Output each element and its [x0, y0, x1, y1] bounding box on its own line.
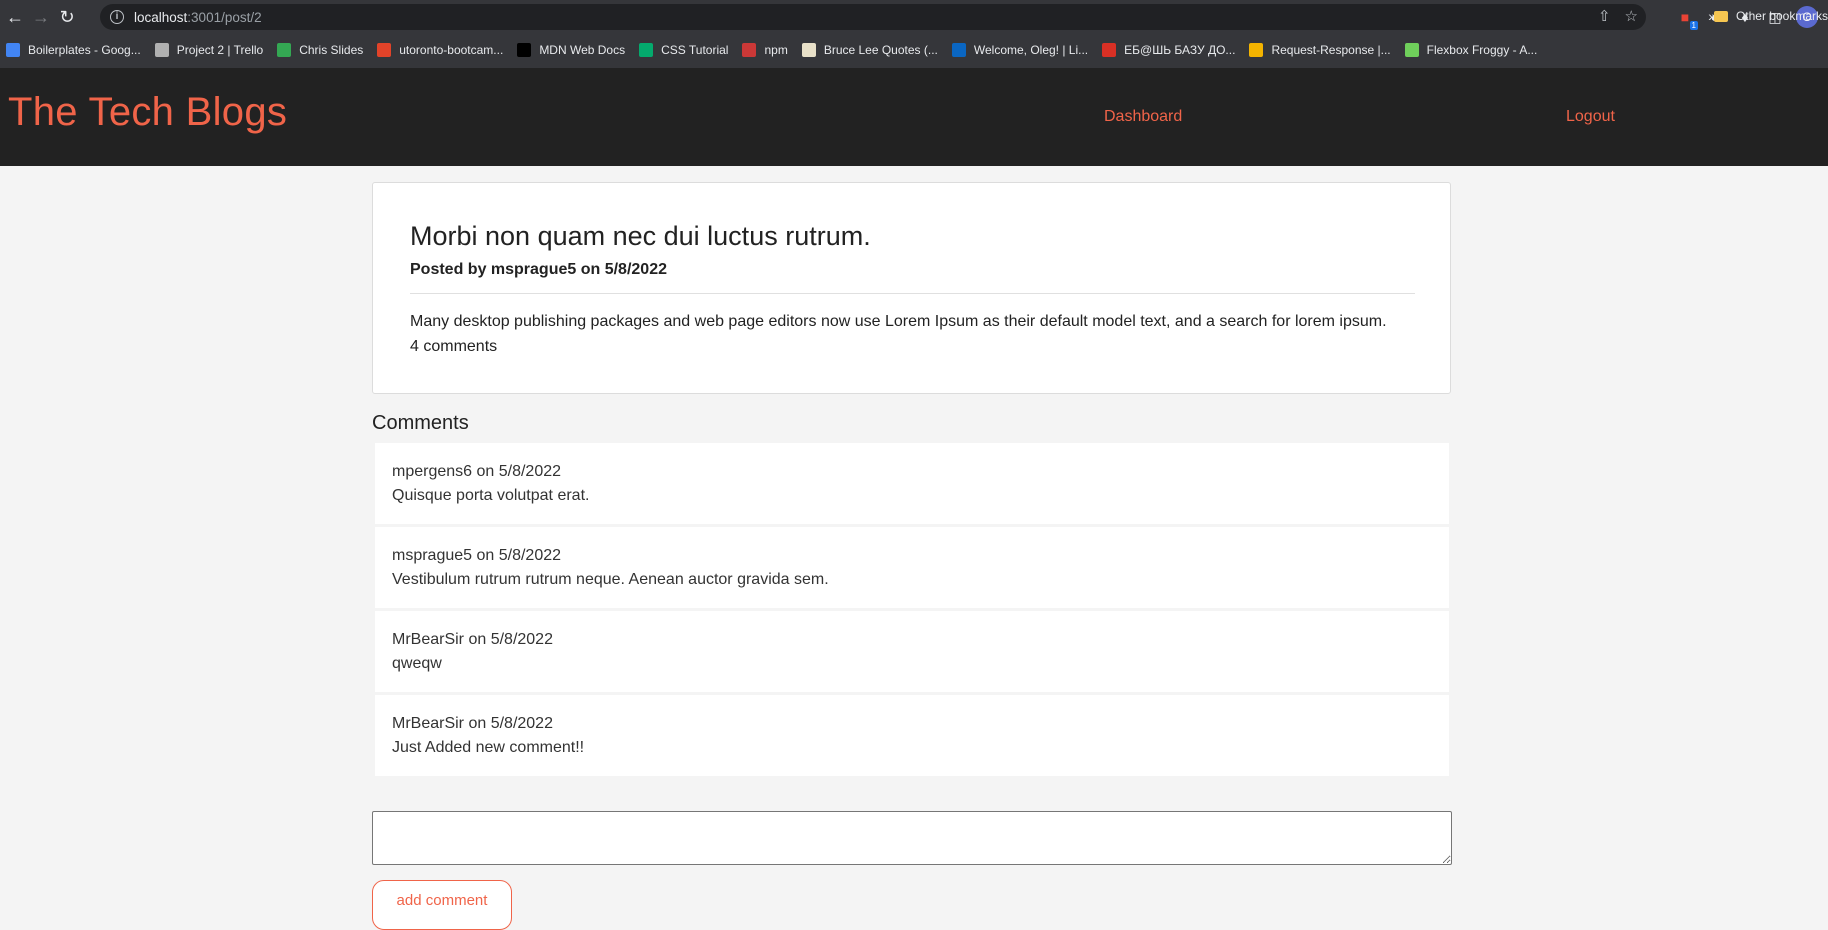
comment-item: MrBearSir on 5/8/2022 qweqw	[375, 611, 1449, 692]
post-comment-count: 4 comments	[410, 338, 498, 355]
url-host: localhost	[134, 9, 188, 25]
bookmark-item[interactable]: Welcome, Oleg! | Li...	[951, 43, 1089, 57]
bookmark-label: CSS Tutorial	[661, 43, 729, 57]
bookmark-favicon-icon	[1102, 43, 1117, 57]
back-icon[interactable]: ←	[4, 6, 26, 28]
comments-heading: Comments	[372, 412, 469, 434]
bookmark-item[interactable]: utoronto-bootcam...	[377, 43, 503, 57]
post-body: Many desktop publishing packages and web…	[410, 313, 1387, 330]
forward-icon[interactable]: →	[30, 6, 52, 28]
extension-badge-icon[interactable]: ■ 1	[1676, 8, 1698, 30]
reload-icon[interactable]: ↻	[56, 6, 78, 28]
comment-item: msprague5 on 5/8/2022 Vestibulum rutrum …	[375, 527, 1449, 608]
comment-input[interactable]	[372, 811, 1452, 865]
comment-text: Vestibulum rutrum rutrum neque. Aenean a…	[392, 571, 829, 588]
add-comment-button[interactable]: add comment	[372, 880, 512, 930]
share-icon[interactable]: ⇧	[1598, 7, 1611, 25]
bookmark-favicon-icon	[277, 43, 292, 57]
bookmark-label: Boilerplates - Goog...	[28, 43, 141, 57]
bookmark-item[interactable]: Project 2 | Trello	[154, 43, 264, 57]
site-header: The Tech Blogs Dashboard Logout	[0, 68, 1828, 166]
bookmarks-bar: Boilerplates - Goog... Project 2 | Trello…	[0, 34, 1828, 66]
nav-dashboard-link[interactable]: Dashboard	[1104, 108, 1182, 126]
site-title[interactable]: The Tech Blogs	[8, 90, 287, 135]
bookmark-item[interactable]: Bruce Lee Quotes (...	[801, 43, 938, 57]
bookmark-label: Bruce Lee Quotes (...	[823, 43, 938, 57]
bookmark-label: Project 2 | Trello	[176, 43, 264, 57]
post-title: Morbi non quam nec dui luctus rutrum.	[410, 221, 871, 251]
comment-meta: MrBearSir on 5/8/2022	[392, 715, 553, 732]
bookmark-label: ЕБ@ШЬ БАЗУ ДО...	[1124, 43, 1236, 57]
comment-text: Quisque porta volutpat erat.	[392, 487, 590, 504]
bookmark-item[interactable]: Chris Slides	[277, 43, 363, 57]
comment-text: qweqw	[392, 655, 442, 672]
bookmark-star-icon[interactable]: ☆	[1625, 7, 1638, 25]
url-path: :3001/post/2	[187, 9, 262, 25]
bookmark-label: utoronto-bootcam...	[399, 43, 504, 57]
folder-icon	[1713, 10, 1728, 22]
comment-item: mpergens6 on 5/8/2022 Quisque porta volu…	[375, 443, 1449, 524]
bookmark-favicon-icon	[154, 43, 169, 57]
bookmark-item[interactable]: Flexbox Froggy - A...	[1404, 43, 1538, 57]
bookmark-label: npm	[764, 43, 788, 57]
bookmark-favicon-icon	[951, 43, 966, 57]
other-bookmarks-label: Other bookmarks	[1735, 9, 1828, 23]
browser-toolbar: ← → ↻ i localhost:3001/post/2 ⇧ ☆ ■1 ◐ ♦…	[0, 0, 1828, 34]
site-info-icon[interactable]: i	[110, 10, 124, 24]
bookmark-item[interactable]: npm	[742, 43, 788, 57]
bookmark-label: Chris Slides	[299, 43, 364, 57]
bookmark-favicon-icon	[801, 43, 816, 57]
bookmark-favicon-icon	[1404, 43, 1419, 57]
bookmark-label: Welcome, Oleg! | Li...	[973, 43, 1089, 57]
post-card: Morbi non quam nec dui luctus rutrum. Po…	[372, 182, 1451, 394]
comment-meta: mpergens6 on 5/8/2022	[392, 463, 562, 480]
bookmark-favicon-icon	[742, 43, 757, 57]
bookmark-favicon-icon	[1249, 43, 1264, 57]
bookmark-item[interactable]: CSS Tutorial	[639, 43, 728, 57]
bookmark-item[interactable]: MDN Web Docs	[517, 43, 625, 57]
comment-text: Just Added new comment!!	[392, 739, 585, 756]
bookmark-favicon-icon	[6, 43, 20, 57]
bookmark-favicon-icon	[517, 43, 532, 57]
browser-chrome: ← → ↻ i localhost:3001/post/2 ⇧ ☆ ■1 ◐ ♦…	[0, 0, 1828, 68]
bookmark-label: Flexbox Froggy - A...	[1426, 43, 1538, 57]
comment-meta: MrBearSir on 5/8/2022	[392, 631, 553, 648]
comment-item: MrBearSir on 5/8/2022 Just Added new com…	[375, 695, 1449, 776]
bookmark-label: Request-Response |...	[1271, 43, 1391, 57]
url-text[interactable]: localhost:3001/post/2	[134, 10, 262, 25]
bookmark-label: MDN Web Docs	[539, 43, 626, 57]
bookmark-item[interactable]: Request-Response |...	[1249, 43, 1391, 57]
other-bookmarks[interactable]: Other bookmarks	[1713, 0, 1828, 32]
address-bar[interactable]: i localhost:3001/post/2 ⇧ ☆	[100, 4, 1646, 30]
bookmark-favicon-icon	[639, 43, 654, 57]
bookmark-item[interactable]: Boilerplates - Goog...	[6, 43, 141, 57]
comment-meta: msprague5 on 5/8/2022	[392, 547, 562, 564]
comments-list: mpergens6 on 5/8/2022 Quisque porta volu…	[375, 443, 1449, 779]
bookmark-item[interactable]: ЕБ@ШЬ БАЗУ ДО...	[1102, 43, 1235, 57]
bookmark-favicon-icon	[377, 43, 392, 57]
post-meta: Posted by msprague5 on 5/8/2022	[410, 261, 667, 278]
nav-logout-link[interactable]: Logout	[1566, 108, 1615, 126]
post-divider	[410, 293, 1415, 294]
address-bar-actions: ⇧ ☆	[1598, 7, 1638, 25]
